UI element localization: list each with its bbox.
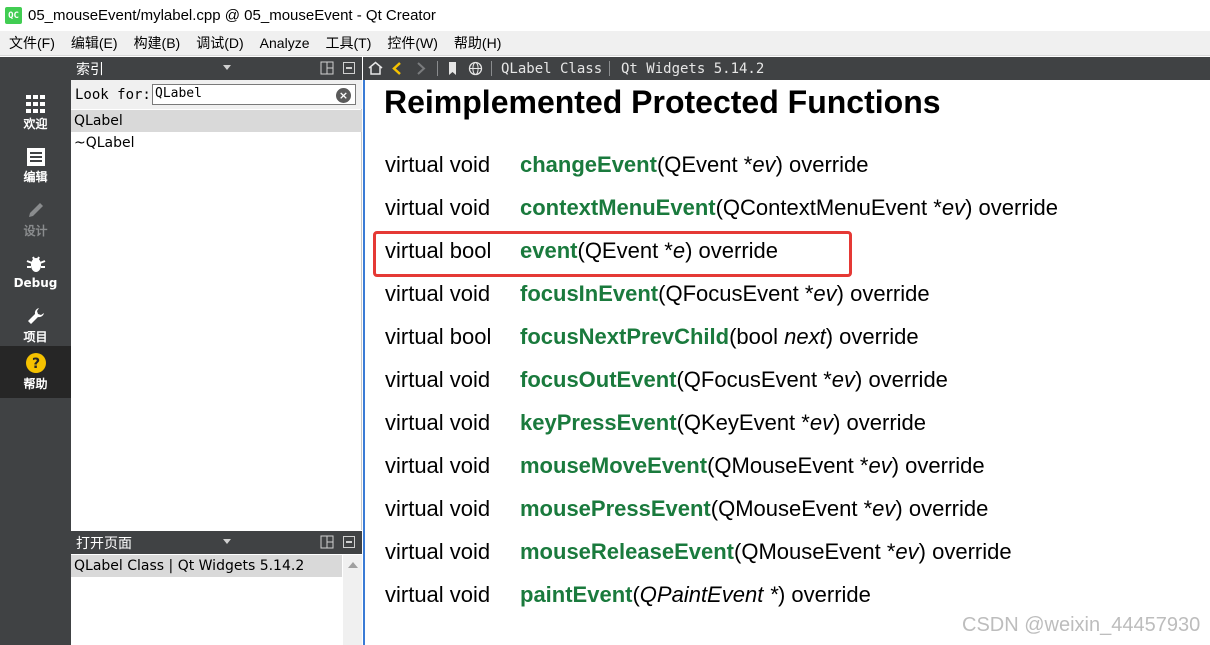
index-list-item[interactable]: ~QLabel: [71, 132, 362, 154]
index-pane-header: 索引: [71, 57, 362, 80]
function-signature: mousePressEvent(QMouseEvent *ev) overrid…: [520, 496, 989, 521]
close-pane-icon[interactable]: [343, 62, 355, 74]
index-search-input[interactable]: QLabel: [152, 84, 356, 105]
return-type: virtual void: [385, 152, 491, 177]
bug-icon: [26, 256, 45, 272]
function-link[interactable]: focusNextPrevChild: [520, 324, 729, 349]
pencil-icon: [28, 202, 43, 217]
mode-label: Debug: [13, 276, 58, 290]
mode-label: 设计: [23, 223, 48, 238]
breadcrumb-page[interactable]: QLabel Class: [501, 61, 602, 77]
globe-icon[interactable]: [468, 61, 483, 76]
return-type: virtual void: [385, 539, 491, 564]
help-toolbar: QLabel Class Qt Widgets 5.14.2: [363, 57, 1210, 80]
title-bar: QC 05_mouseEvent/mylabel.cpp @ 05_mouseE…: [0, 0, 1210, 31]
return-type: virtual void: [385, 195, 491, 220]
chevron-down-icon[interactable]: [223, 65, 231, 70]
split-icon[interactable]: [320, 61, 334, 75]
help-content: Reimplemented Protected Functions virtua…: [363, 80, 1210, 645]
function-signature: paintEvent(QPaintEvent *) override: [520, 582, 871, 607]
window-title: 05_mouseEvent/mylabel.cpp @ 05_mouseEven…: [28, 7, 436, 24]
document-icon: [26, 147, 45, 166]
mode-debug[interactable]: Debug: [0, 246, 71, 298]
function-signature: focusInEvent(QFocusEvent *ev) override: [520, 281, 930, 306]
menu-analyze[interactable]: Analyze: [260, 35, 310, 51]
function-signature: mouseReleaseEvent(QMouseEvent *ev) overr…: [520, 539, 1012, 564]
menu-controls[interactable]: 控件(W): [387, 33, 438, 53]
forward-arrow-icon[interactable]: [413, 61, 428, 76]
vertical-scrollbar[interactable]: [343, 555, 362, 645]
menu-bar: 文件(F) 编辑(E) 构建(B) 调试(D) Analyze 工具(T) 控件…: [0, 31, 1210, 56]
mode-label: 编辑: [23, 169, 48, 184]
function-link[interactable]: focusOutEvent: [520, 367, 676, 392]
return-type: virtual void: [385, 453, 491, 478]
menu-tools[interactable]: 工具(T): [325, 33, 371, 53]
highlight-annotation-box: [373, 231, 852, 277]
help-icon: ?: [25, 352, 46, 373]
menu-debug[interactable]: 调试(D): [196, 33, 243, 53]
qt-creator-app-icon: QC: [5, 7, 22, 24]
grid-icon: [25, 94, 45, 113]
mode-help[interactable]: ? 帮助: [0, 346, 71, 398]
look-for-label: Look for:: [75, 87, 151, 103]
breadcrumb-separator: [609, 61, 610, 76]
function-signature: focusNextPrevChild(bool next) override: [520, 324, 919, 349]
scroll-up-arrow-icon[interactable]: [348, 562, 358, 568]
mode-selector-bar: 欢迎 编辑 设计 Debug 项目 ? 帮助: [0, 57, 71, 645]
menu-edit[interactable]: 编辑(E): [71, 33, 118, 53]
mode-label: 欢迎: [23, 116, 48, 131]
function-link[interactable]: mousePressEvent: [520, 496, 711, 521]
bookmark-icon[interactable]: [445, 61, 460, 76]
section-heading: Reimplemented Protected Functions: [384, 84, 941, 120]
return-type: virtual void: [385, 582, 491, 607]
clear-search-icon[interactable]: ×: [336, 88, 351, 103]
home-icon[interactable]: [368, 61, 383, 76]
mode-label: 项目: [23, 329, 48, 344]
open-page-item[interactable]: QLabel Class | Qt Widgets 5.14.2: [71, 555, 342, 577]
split-icon[interactable]: [320, 535, 334, 549]
menu-help[interactable]: 帮助(H): [454, 33, 501, 53]
function-signature: mouseMoveEvent(QMouseEvent *ev) override: [520, 453, 985, 478]
back-arrow-icon[interactable]: [390, 61, 405, 76]
open-pages-header: 打开页面: [71, 531, 362, 554]
mode-edit[interactable]: 编辑: [0, 140, 71, 192]
menu-file[interactable]: 文件(F): [9, 33, 55, 53]
return-type: virtual void: [385, 496, 491, 521]
function-link[interactable]: paintEvent: [520, 582, 632, 607]
mode-projects[interactable]: 项目: [0, 299, 71, 351]
mode-welcome[interactable]: 欢迎: [0, 87, 71, 139]
toolbar-separator: [491, 61, 492, 76]
function-signature: focusOutEvent(QFocusEvent *ev) override: [520, 367, 948, 392]
function-link[interactable]: keyPressEvent: [520, 410, 677, 435]
look-for-bar: Look for: QLabel ×: [71, 80, 362, 109]
breadcrumb-module[interactable]: Qt Widgets 5.14.2: [621, 61, 764, 77]
function-link[interactable]: mouseReleaseEvent: [520, 539, 734, 564]
svg-text:?: ?: [31, 356, 39, 372]
close-pane-icon[interactable]: [343, 536, 355, 548]
return-type: virtual void: [385, 367, 491, 392]
mode-label: 帮助: [23, 376, 48, 391]
return-type: virtual void: [385, 410, 491, 435]
open-pages-pane: QLabel Class | Qt Widgets 5.14.2: [71, 555, 362, 645]
wrench-icon: [27, 307, 44, 324]
function-signature: contextMenuEvent(QContextMenuEvent *ev) …: [520, 195, 1058, 220]
watermark: CSDN @weixin_44457930: [962, 614, 1201, 636]
function-link[interactable]: contextMenuEvent: [520, 195, 716, 220]
index-pane-title: 索引: [76, 61, 104, 78]
function-link[interactable]: mouseMoveEvent: [520, 453, 707, 478]
return-type: virtual void: [385, 281, 491, 306]
mode-design[interactable]: 设计: [0, 193, 71, 245]
return-type: virtual bool: [385, 324, 492, 349]
function-link[interactable]: changeEvent: [520, 152, 657, 177]
function-signature: keyPressEvent(QKeyEvent *ev) override: [520, 410, 927, 435]
open-pages-title: 打开页面: [76, 535, 132, 552]
function-signature: changeEvent(QEvent *ev) override: [520, 152, 869, 177]
function-link[interactable]: focusInEvent: [520, 281, 658, 306]
toolbar-separator: [437, 61, 438, 76]
index-list-item[interactable]: QLabel: [71, 110, 362, 132]
menu-build[interactable]: 构建(B): [134, 33, 181, 53]
index-pane: Look for: QLabel × QLabel ~QLabel: [71, 80, 362, 530]
chevron-down-icon[interactable]: [223, 539, 231, 544]
